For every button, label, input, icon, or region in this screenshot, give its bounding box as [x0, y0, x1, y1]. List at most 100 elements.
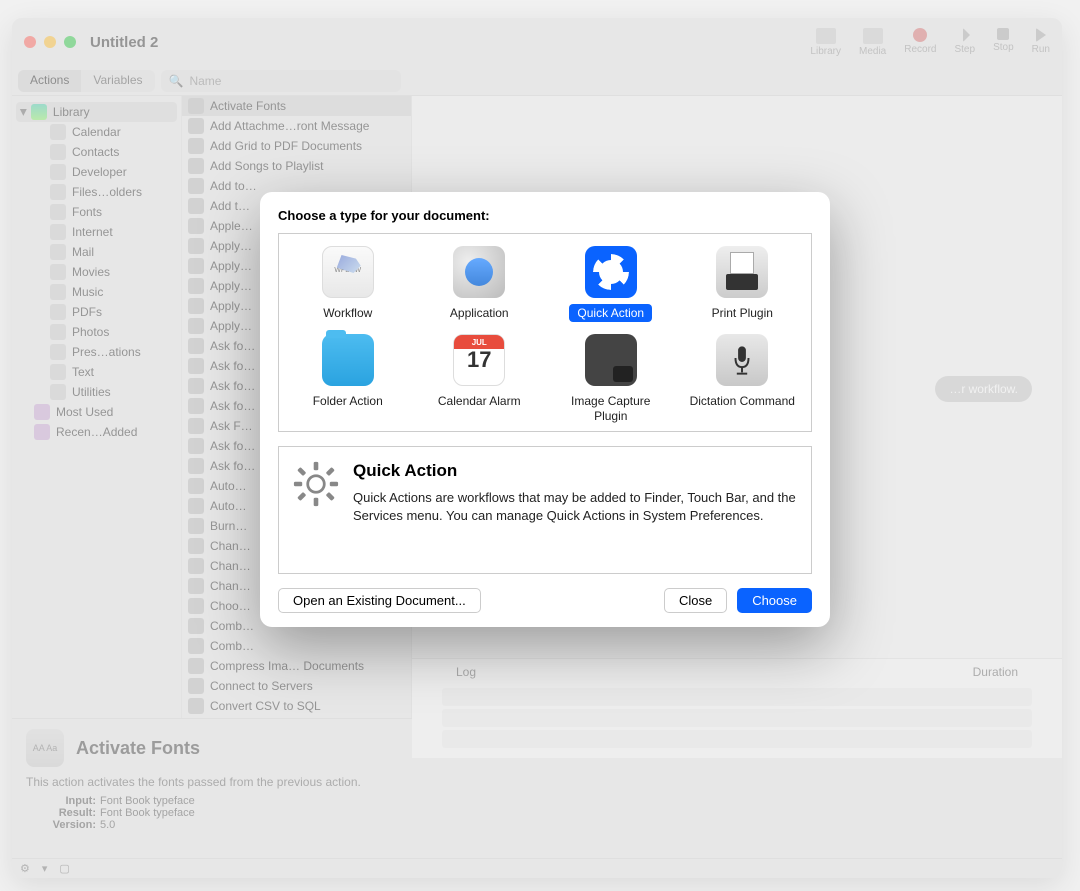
action-row[interactable]: Add Songs to Playlist: [182, 156, 411, 176]
sidebar-item[interactable]: Pres…ations: [16, 342, 177, 362]
action-label: Burn…: [210, 519, 247, 533]
action-label: Comb…: [210, 619, 254, 633]
log-row: [442, 688, 1032, 706]
action-label: Ask fo…: [210, 339, 255, 353]
close-button[interactable]: Close: [664, 588, 727, 613]
quick-icon: [585, 246, 637, 298]
action-icon: [188, 118, 204, 134]
action-label: Apply…: [210, 239, 252, 253]
action-row[interactable]: Add Grid to PDF Documents: [182, 136, 411, 156]
doc-type-workflow[interactable]: WFLOW Workflow: [285, 242, 411, 326]
selected-type-desc: Quick Actions are workflows that may be …: [353, 489, 797, 525]
sidebar-item[interactable]: Developer: [16, 162, 177, 182]
sidebar-item-label: Files…olders: [72, 185, 142, 199]
toolbar-right: Library Media Record Step Stop Run: [810, 28, 1050, 57]
choose-button[interactable]: Choose: [737, 588, 812, 613]
footer-box-icon[interactable]: ▢: [59, 862, 69, 875]
action-label: Apple…: [210, 219, 253, 233]
doc-type-label: Dictation Command: [682, 392, 803, 410]
doc-type-imgcap[interactable]: Image Capture Plugin: [548, 330, 674, 429]
log-row: [442, 730, 1032, 748]
category-icon: [50, 244, 66, 260]
category-icon: [50, 324, 66, 340]
sidebar-library-root[interactable]: ▶ Library: [16, 102, 177, 122]
stop-icon: [997, 28, 1009, 40]
action-label: Apply…: [210, 279, 252, 293]
action-info-icon: AA Aa: [26, 729, 64, 767]
sidebar-item[interactable]: Calendar: [16, 122, 177, 142]
sidebar-item[interactable]: Recen…Added: [16, 422, 177, 442]
sidebar-item-label: Pres…ations: [72, 345, 141, 359]
sidebar-item-label: Fonts: [72, 205, 102, 219]
action-label: Convert CSV to SQL: [210, 699, 321, 713]
action-row[interactable]: Convert CSV to SQL: [182, 696, 411, 716]
media-button[interactable]: Media: [859, 28, 886, 57]
category-icon: [50, 144, 66, 160]
sidebar-item[interactable]: Photos: [16, 322, 177, 342]
sidebar-item-label: Internet: [72, 225, 113, 239]
close-window-button[interactable]: [24, 36, 36, 48]
sidebar-item[interactable]: PDFs: [16, 302, 177, 322]
action-icon: [188, 558, 204, 574]
canvas-placeholder: …r workflow.: [935, 376, 1032, 402]
sidebar-item[interactable]: Internet: [16, 222, 177, 242]
library-button[interactable]: Library: [810, 28, 841, 57]
action-row[interactable]: Connect to Servers: [182, 676, 411, 696]
record-button[interactable]: Record: [904, 28, 936, 55]
sidebar-item[interactable]: Most Used: [16, 402, 177, 422]
sidebar-item[interactable]: Text: [16, 362, 177, 382]
folder-icon: [34, 404, 50, 420]
step-button[interactable]: Step: [954, 28, 975, 55]
folder-icon: [34, 424, 50, 440]
action-label: Add to…: [210, 179, 257, 193]
second-row: Actions Variables 🔍 Name: [12, 66, 1062, 96]
open-existing-button[interactable]: Open an Existing Document...: [278, 588, 481, 613]
sidebar-item[interactable]: Files…olders: [16, 182, 177, 202]
doc-type-print[interactable]: Print Plugin: [680, 242, 806, 326]
sidebar-item[interactable]: Contacts: [16, 142, 177, 162]
action-label: Apply…: [210, 319, 252, 333]
action-info-desc: This action activates the fonts passed f…: [26, 775, 1048, 789]
library-icon: [31, 104, 47, 120]
doc-type-label: Workflow: [315, 304, 380, 322]
run-button[interactable]: Run: [1032, 28, 1050, 55]
category-icon: [50, 364, 66, 380]
action-row[interactable]: Activate Fonts: [182, 96, 411, 116]
action-icon: [188, 698, 204, 714]
doc-type-label: Calendar Alarm: [430, 392, 529, 410]
doc-type-calendar[interactable]: 17Calendar Alarm: [417, 330, 543, 429]
search-field[interactable]: 🔍 Name: [161, 70, 401, 92]
action-row[interactable]: Comb…: [182, 636, 411, 656]
maximize-window-button[interactable]: [64, 36, 76, 48]
action-row[interactable]: Compress Ima… Documents: [182, 656, 411, 676]
sidebar-item[interactable]: Mail: [16, 242, 177, 262]
action-icon: [188, 358, 204, 374]
sidebar-item[interactable]: Music: [16, 282, 177, 302]
sidebar-item-label: Developer: [72, 165, 127, 179]
category-icon: [50, 124, 66, 140]
doc-type-application[interactable]: Application: [417, 242, 543, 326]
doc-type-folder[interactable]: Folder Action: [285, 330, 411, 429]
action-row[interactable]: Add Attachme…ront Message: [182, 116, 411, 136]
action-label: Ask fo…: [210, 399, 255, 413]
sidebar-item[interactable]: Movies: [16, 262, 177, 282]
sidebar-item[interactable]: Utilities: [16, 382, 177, 402]
action-label: Add t…: [210, 199, 250, 213]
footer-gear-icon[interactable]: ⚙: [20, 862, 30, 875]
minimize-window-button[interactable]: [44, 36, 56, 48]
imgcap-icon: [585, 334, 637, 386]
workflow-icon: WFLOW: [322, 246, 374, 298]
library-sidebar: ▶ Library CalendarContacts Developer Files…: [12, 96, 182, 718]
tab-actions[interactable]: Actions: [18, 70, 81, 92]
action-icon: [188, 598, 204, 614]
doc-type-dictation[interactable]: Dictation Command: [680, 330, 806, 429]
footer-drop-icon[interactable]: ▾: [42, 862, 48, 875]
doc-type-quick[interactable]: Quick Action: [548, 242, 674, 326]
action-icon: [188, 298, 204, 314]
doc-type-label: Application: [442, 304, 517, 322]
category-icon: [50, 224, 66, 240]
action-label: Chan…: [210, 559, 251, 573]
stop-button[interactable]: Stop: [993, 28, 1014, 53]
sidebar-item[interactable]: Fonts: [16, 202, 177, 222]
tab-variables[interactable]: Variables: [81, 70, 154, 92]
